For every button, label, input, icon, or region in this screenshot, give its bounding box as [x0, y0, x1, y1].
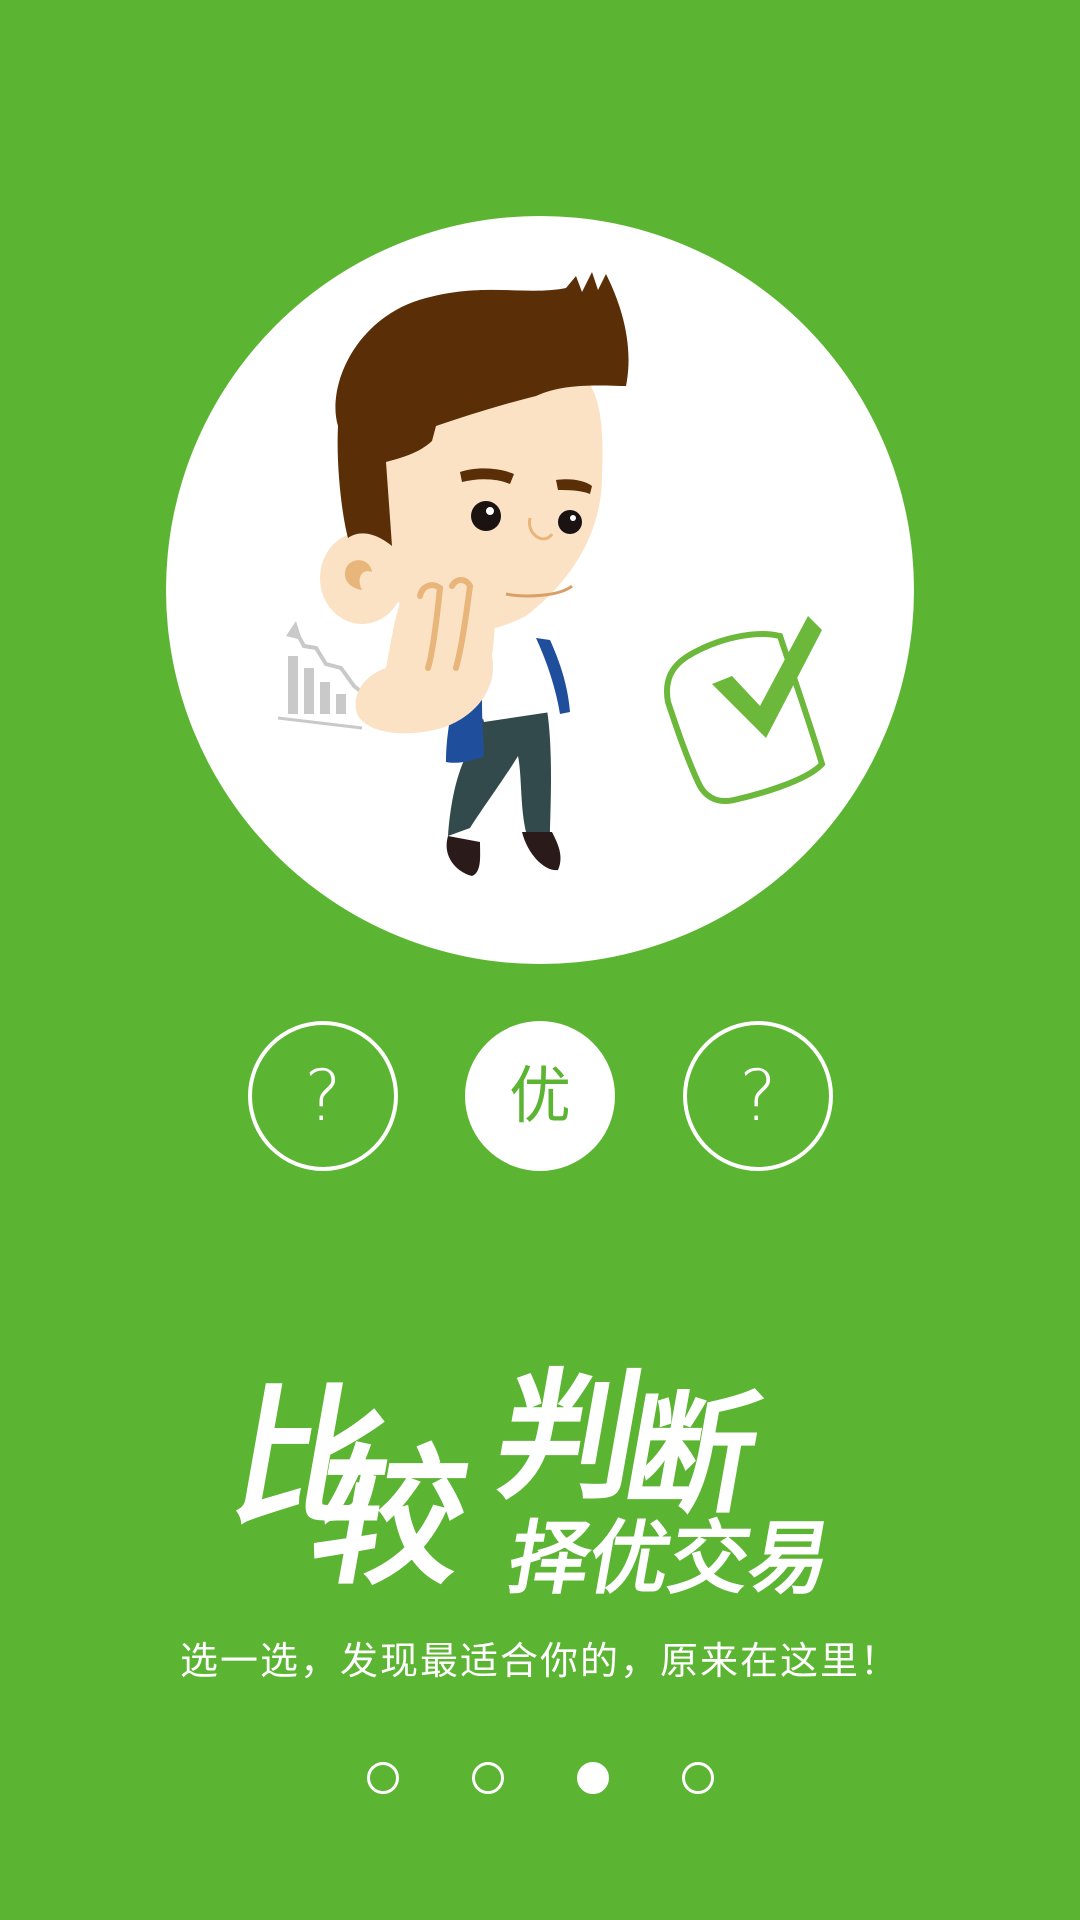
checkmark-badge-icon — [664, 616, 826, 804]
hero-illustration — [166, 216, 914, 964]
onboarding-screen: ? 优 ? 比 较 判 断 择优交易 选一选，发现最适合你的，原来在这里！ — [0, 0, 1080, 1920]
choice-selector: ? 优 ? — [0, 1021, 1080, 1171]
page-dot-4[interactable] — [682, 1762, 714, 1794]
page-dot-2[interactable] — [472, 1762, 504, 1794]
page-dot-3-active[interactable] — [577, 1762, 609, 1794]
choice-unknown-right[interactable]: ? — [683, 1021, 833, 1171]
falling-chart-icon — [277, 621, 366, 730]
headline-char-4: 断 — [613, 1379, 770, 1531]
choice-unknown-left[interactable]: ? — [248, 1021, 398, 1171]
headline-subtitle: 择优交易 — [502, 1513, 838, 1606]
page-dot-1[interactable] — [367, 1762, 399, 1794]
choice-best-selected[interactable]: 优 — [465, 1021, 615, 1171]
cartoon-man-illustration — [277, 272, 826, 876]
page-indicator — [0, 1762, 1080, 1796]
headline-char-2: 较 — [300, 1431, 481, 1606]
headline: 比 较 判 断 择优交易 — [0, 1320, 1080, 1620]
tagline: 选一选，发现最适合你的，原来在这里！ — [179, 1639, 900, 1683]
